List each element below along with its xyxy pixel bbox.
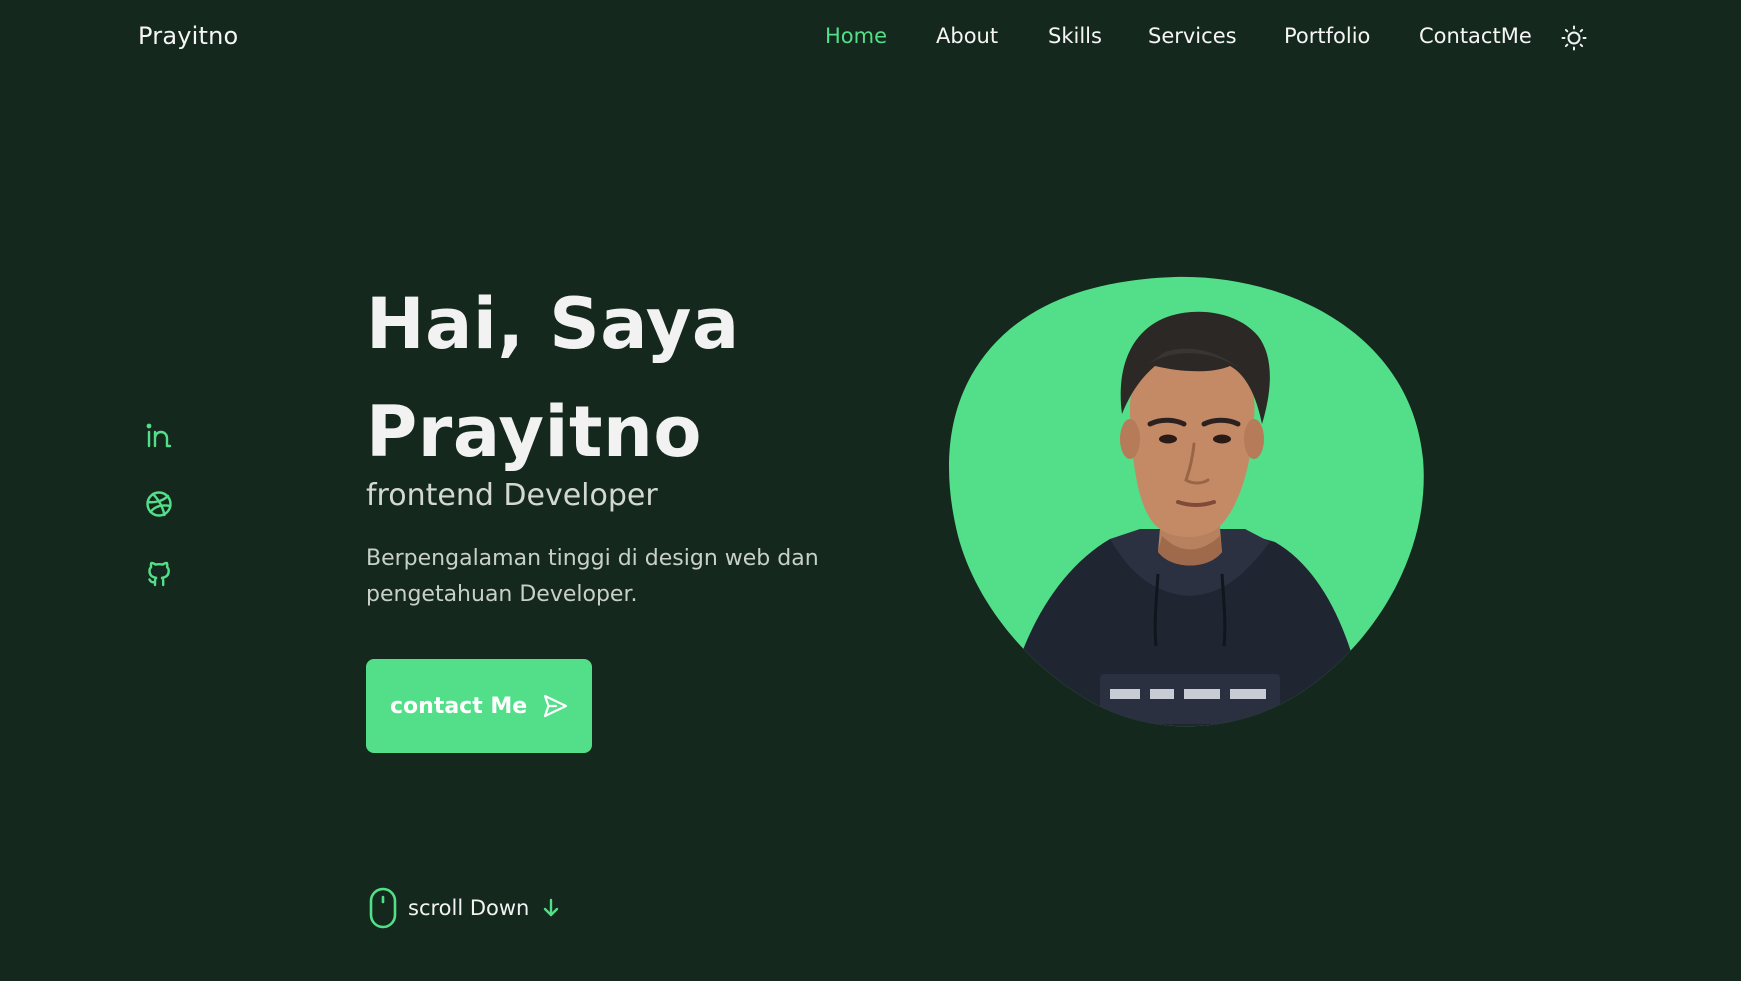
hero-description: Berpengalaman tinggi di design web dan p… xyxy=(366,546,819,607)
mouse-icon xyxy=(369,887,397,929)
nav-link-services[interactable]: Services xyxy=(1148,24,1237,48)
linkedin-link[interactable] xyxy=(143,420,175,452)
send-icon xyxy=(544,694,568,718)
arrow-down-icon xyxy=(544,898,559,917)
dribbble-link[interactable] xyxy=(143,488,175,520)
portfolio-page: Prayitno Home About Skills Services Port… xyxy=(0,0,1741,981)
nav-link-about[interactable]: About xyxy=(936,24,998,48)
scroll-down-label: scroll Down xyxy=(408,896,530,920)
nav-link-skills[interactable]: Skills xyxy=(1048,24,1102,48)
nav-link-contactme[interactable]: ContactMe xyxy=(1419,24,1532,48)
hero-subtitle: frontend Developer xyxy=(366,478,658,513)
theme-toggle-button[interactable] xyxy=(1560,24,1588,52)
contact-me-button[interactable]: contact Me xyxy=(366,659,592,753)
contact-me-label: contact Me xyxy=(390,693,528,719)
github-link[interactable] xyxy=(143,558,175,590)
hero-title: Hai, Saya Prayitno xyxy=(366,270,740,486)
site-logo[interactable]: Prayitno xyxy=(138,22,238,50)
top-navbar: Prayitno Home About Skills Services Port… xyxy=(0,0,1741,78)
dribbble-icon xyxy=(146,491,172,517)
sun-icon xyxy=(1561,25,1587,51)
github-icon xyxy=(148,561,170,587)
linkedin-icon xyxy=(146,423,172,448)
scroll-down-link[interactable]: scroll Down xyxy=(368,886,561,930)
nav-link-home[interactable]: Home xyxy=(825,24,887,48)
hero-title-line2: Prayitno xyxy=(366,391,702,473)
profile-photo xyxy=(948,276,1424,727)
hero-image-blob xyxy=(940,274,1430,734)
hero-title-line1: Hai, Saya xyxy=(366,283,740,365)
nav-link-portfolio[interactable]: Portfolio xyxy=(1284,24,1370,48)
